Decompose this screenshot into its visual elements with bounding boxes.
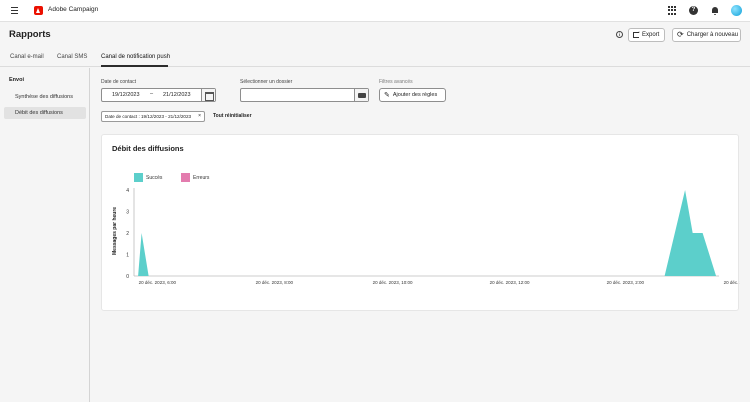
date-filter-label: Date de contact (101, 79, 137, 85)
tab-sms[interactable]: Canal SMS (57, 54, 87, 60)
reload-label: Charger à nouveau (686, 32, 739, 38)
date-range-field[interactable]: 19/12/2023 – 21/12/2023 (101, 88, 216, 102)
calendar-icon[interactable] (201, 89, 215, 101)
avatar[interactable] (731, 5, 742, 16)
add-rules-button[interactable]: ✎ Ajouter des règles (379, 88, 446, 102)
export-icon (633, 29, 641, 38)
date-to-value[interactable]: 21/12/2023 (163, 92, 191, 98)
x-tick-label: 20 déc. 2023, 6:00 (139, 280, 177, 285)
adobe-logo (34, 6, 43, 15)
hamburger-icon[interactable] (11, 7, 18, 14)
date-from-value[interactable]: 19/12/2023 (112, 92, 140, 98)
top-bar: Adobe Campaign ? (0, 0, 750, 22)
tab-email[interactable]: Canal e-mail (10, 54, 44, 60)
export-button[interactable]: Export (628, 28, 665, 42)
page-title: Rapports (9, 29, 51, 40)
reload-button[interactable]: ⟳ Charger à nouveau (672, 28, 741, 42)
tab-push[interactable]: Canal de notification push (101, 54, 170, 60)
x-tick-label: 20 déc. 2023, 8:00 (256, 280, 294, 285)
grid-icon[interactable] (668, 6, 677, 15)
sidebar-item-debit[interactable]: Débit des diffusions (4, 107, 86, 119)
advanced-filters-label: Filtres avancés (379, 79, 413, 85)
channel-tabs: Canal e-mail Canal SMS Canal de notifica… (0, 50, 750, 67)
reset-all-link[interactable]: Tout réinitialiser (213, 113, 252, 119)
series-area-success (134, 190, 717, 276)
bell-icon[interactable] (710, 6, 719, 15)
close-icon[interactable]: × (198, 112, 201, 121)
export-label: Export (642, 32, 660, 38)
pencil-icon: ✎ (384, 91, 390, 99)
x-tick-label: 20 déc. 2023, 10:00 (373, 280, 413, 285)
folder-filter-label: Sélectionner un dossier (240, 79, 293, 85)
y-tick-label: 2 (126, 231, 129, 237)
date-separator: – (150, 91, 154, 97)
sidebar-item-synthese[interactable]: Synthèse des diffusions (4, 91, 86, 103)
chart-card: Débit des diffusions Succès Erreurs Mess… (101, 134, 740, 311)
active-filter-chip[interactable]: Date de contact : 19/12/2023 - 21/12/202… (101, 111, 205, 122)
folder-icon[interactable] (354, 89, 368, 101)
help-icon[interactable]: ? (689, 6, 698, 15)
folder-field[interactable] (240, 88, 369, 102)
info-icon[interactable]: i (616, 31, 623, 38)
y-tick-label: 3 (126, 209, 129, 215)
x-tick-label: 20 déc. 2023, 4:00 (724, 280, 740, 285)
x-tick-label: 20 déc. 2023, 2:00 (607, 280, 645, 285)
refresh-icon: ⟳ (677, 30, 684, 39)
app-title: Adobe Campaign (48, 6, 99, 13)
x-tick-label: 20 déc. 2023, 12:00 (490, 280, 530, 285)
throughput-chart: 0 1 2 3 4 20 déc. 2023, 6:00 20 déc. 2023, 8:0… (126, 188, 740, 285)
y-tick-label: 0 (126, 274, 129, 280)
chip-label: Date de contact : 19/12/2023 - 21/12/202… (105, 114, 192, 119)
sidebar: Envoi Synthèse des diffusions Débit des … (0, 68, 90, 402)
active-tab-indicator (101, 65, 168, 67)
add-rules-label: Ajouter des règles (392, 92, 438, 98)
y-tick-label: 4 (126, 188, 129, 194)
sidebar-heading: Envoi (9, 77, 24, 83)
y-tick-label: 1 (126, 252, 129, 258)
